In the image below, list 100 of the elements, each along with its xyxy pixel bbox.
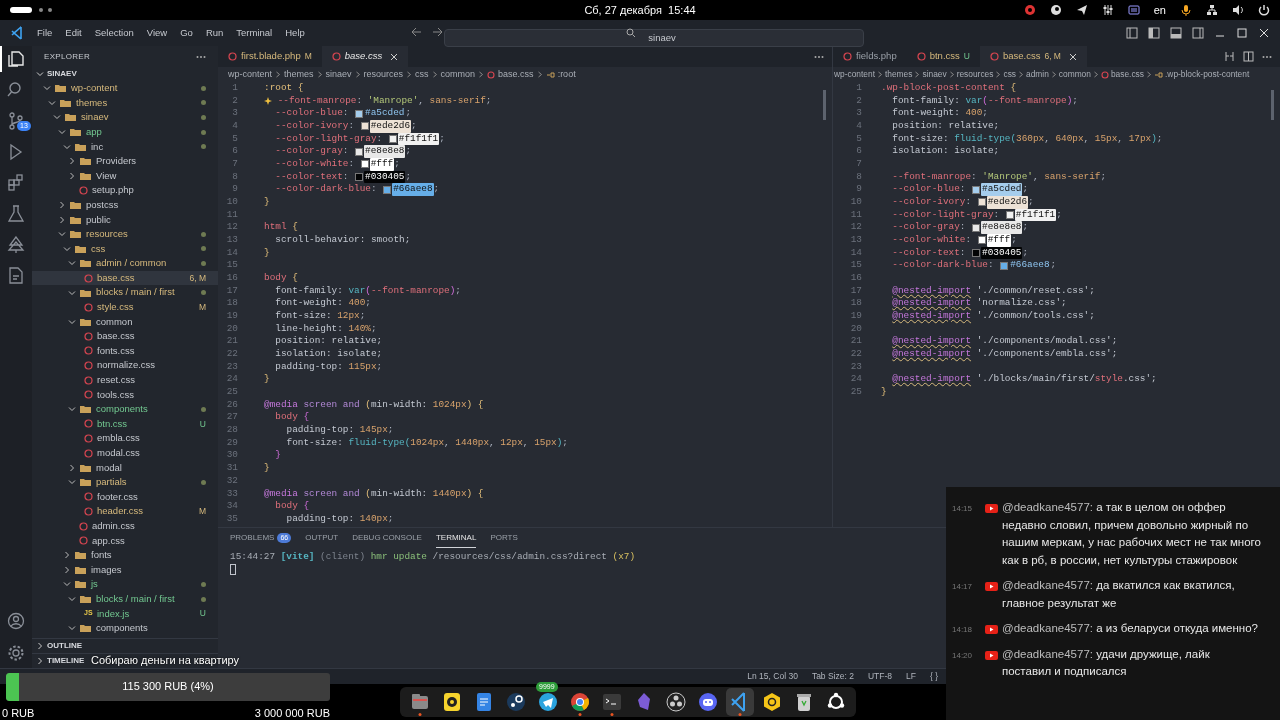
more-icon[interactable]: [1262, 54, 1272, 59]
editor-tab[interactable]: base.css 6, M: [979, 46, 1087, 67]
tree-item[interactable]: normalize.css: [32, 358, 218, 373]
menu-item[interactable]: Run: [200, 24, 229, 42]
menu-item[interactable]: Help: [280, 24, 310, 42]
compare-icon[interactable]: [1224, 51, 1235, 62]
tree-item[interactable]: partials: [32, 475, 218, 490]
maximize-icon[interactable]: [1236, 27, 1248, 39]
blocks-icon[interactable]: [7, 174, 25, 192]
color-swatch[interactable]: [977, 198, 986, 207]
editor-tab[interactable]: first.blade.php M: [218, 46, 322, 67]
tree-item[interactable]: postcss: [32, 197, 218, 213]
status-item[interactable]: Ln 15, Col 30: [747, 670, 798, 683]
menu-item[interactable]: File: [32, 24, 58, 42]
color-swatch[interactable]: [977, 236, 986, 245]
breadcrumb-item[interactable]: css: [415, 67, 429, 82]
dock-item[interactable]: [726, 688, 754, 716]
status-item[interactable]: LF: [906, 670, 916, 683]
back-arrow-icon[interactable]: [410, 26, 422, 38]
scrollbar-thumb[interactable]: [823, 90, 826, 120]
tree-item[interactable]: style.css M: [32, 299, 218, 315]
tree-item[interactable]: css: [32, 241, 218, 257]
breadcrumb-item[interactable]: :root: [557, 67, 576, 82]
breadcrumb-item[interactable]: common: [1058, 68, 1091, 81]
color-swatch[interactable]: [972, 249, 981, 258]
tree-item[interactable]: components: [32, 620, 218, 636]
tree-item[interactable]: components: [32, 402, 218, 417]
menu-item[interactable]: Edit: [60, 24, 87, 42]
tree-item[interactable]: themes: [32, 95, 218, 111]
layout-sidebar-icon[interactable]: [1126, 27, 1138, 39]
tree-item[interactable]: fonts.css: [32, 343, 218, 359]
command-search-field[interactable]: sinaev: [444, 28, 864, 47]
tree-item[interactable]: base.css 6, M: [32, 270, 218, 286]
editor-tab[interactable]: fields.php: [833, 46, 907, 67]
tree-item[interactable]: embla.css: [32, 431, 218, 446]
breadcrumb-item[interactable]: wp-content: [228, 67, 273, 82]
panel-tab[interactable]: PORTS: [490, 532, 518, 548]
color-swatch[interactable]: [360, 160, 369, 169]
breadcrumb-item[interactable]: resources: [956, 68, 994, 81]
tree-item[interactable]: inc: [32, 139, 218, 154]
tree-item[interactable]: Providers: [32, 153, 218, 169]
breadcrumb-item[interactable]: wp-content: [834, 68, 875, 81]
tree-item[interactable]: common: [32, 314, 218, 330]
files-icon[interactable]: [7, 50, 25, 68]
layout-sidebar-icon[interactable]: [1192, 27, 1204, 39]
close-icon[interactable]: [390, 52, 399, 61]
tree-item[interactable]: wp-content: [32, 81, 218, 96]
menu-item[interactable]: Terminal: [231, 24, 278, 42]
tree-item[interactable]: base.css: [32, 329, 218, 344]
scrollbar-thumb[interactable]: [1271, 90, 1274, 120]
menu-item[interactable]: Go: [175, 24, 198, 42]
breadcrumb-item[interactable]: base.css: [498, 67, 534, 82]
close-icon[interactable]: [1068, 52, 1077, 61]
color-swatch[interactable]: [383, 185, 392, 194]
breadcrumb-item[interactable]: .wp-block-post-content: [1165, 68, 1250, 81]
panel-tab[interactable]: DEBUG CONSOLE: [352, 532, 422, 548]
breadcrumb-item[interactable]: sinaev: [922, 68, 947, 81]
tree-item[interactable]: images: [32, 562, 218, 578]
color-swatch[interactable]: [360, 122, 369, 131]
breadcrumb-item[interactable]: common: [440, 67, 476, 82]
close-icon[interactable]: [1258, 27, 1270, 39]
keyboard-language[interactable]: en: [1153, 1, 1166, 19]
forward-arrow-icon[interactable]: [432, 26, 444, 38]
tree-icon[interactable]: [7, 236, 25, 254]
panel-tab[interactable]: OUTPUT: [305, 532, 339, 548]
menu-item[interactable]: Selection: [89, 24, 139, 42]
tree-item[interactable]: fonts: [32, 548, 218, 563]
color-swatch[interactable]: [355, 147, 364, 156]
breadcrumb-item[interactable]: sinaev: [325, 67, 352, 82]
status-item[interactable]: { }: [929, 670, 938, 683]
color-swatch[interactable]: [355, 173, 364, 182]
tree-item[interactable]: admin / common: [32, 256, 218, 271]
editor-tab[interactable]: base.css: [321, 46, 409, 67]
color-swatch[interactable]: [1000, 261, 1009, 270]
tree-item[interactable]: app: [32, 124, 218, 140]
tree-item[interactable]: admin.css: [32, 518, 218, 534]
flask-icon[interactable]: [7, 205, 25, 223]
tree-item[interactable]: header.css M: [32, 504, 218, 519]
account-icon[interactable]: [7, 612, 25, 630]
clock-date[interactable]: Сб, 27 декабря 15:44: [584, 1, 696, 19]
color-swatch[interactable]: [355, 109, 364, 118]
breadcrumb-item[interactable]: themes: [284, 67, 314, 82]
layout-sidebar-icon[interactable]: [1148, 27, 1160, 39]
breadcrumb-item[interactable]: admin: [1026, 68, 1049, 81]
status-item[interactable]: Tab Size: 2: [811, 670, 854, 683]
tree-item[interactable]: footer.css: [32, 489, 218, 505]
tree-item[interactable]: js: [32, 577, 218, 592]
panel-tab[interactable]: TERMINAL: [435, 532, 477, 548]
tree-item[interactable]: blocks / main / first: [32, 285, 218, 300]
editor-tab[interactable]: btn.css U: [906, 46, 980, 67]
tree-item[interactable]: modal: [32, 460, 218, 476]
tree-item[interactable]: sinaev: [32, 110, 218, 125]
tree-item[interactable]: tools.css: [32, 387, 218, 403]
status-item[interactable]: UTF-8: [867, 670, 893, 683]
tree-item[interactable]: blocks / main / first: [32, 591, 218, 607]
tree-item[interactable]: public: [32, 212, 218, 227]
tree-item[interactable]: View: [32, 168, 218, 184]
color-swatch[interactable]: [972, 223, 981, 232]
layout-panel-icon[interactable]: [1170, 27, 1182, 39]
tree-item[interactable]: modal.css: [32, 445, 218, 461]
